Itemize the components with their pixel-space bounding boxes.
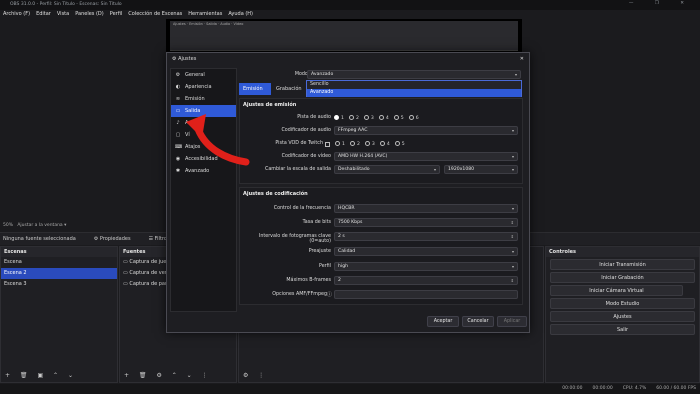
tab-grabacion[interactable]: Grabación: [272, 83, 308, 95]
cancel-button[interactable]: Cancelar: [462, 316, 494, 327]
scene-item[interactable]: Escena 3: [1, 279, 117, 290]
fps-readout: 60.00 / 60.00 FPS: [656, 386, 696, 391]
start-stream-button[interactable]: Iniciar Transmisión: [550, 259, 695, 270]
profile-label: Perfil: [319, 264, 331, 269]
palette-icon: ◐: [175, 84, 181, 90]
apply-button[interactable]: Aplicar: [497, 316, 527, 327]
video-encoder-select[interactable]: AMD HW H.264 (AVC) ▾: [334, 152, 518, 161]
menu-vista[interactable]: Vista: [57, 11, 69, 19]
zoom-level: 50%: [3, 223, 14, 228]
menu-perfil[interactable]: Perfil: [110, 11, 123, 19]
properties-button[interactable]: ⚙ Propiedades: [94, 236, 131, 242]
scene-item[interactable]: Escena: [1, 257, 117, 268]
dialog-title: Ajustes: [178, 56, 197, 62]
chevron-down-icon: ▾: [511, 167, 514, 172]
preview-nested-text: Ajustes · Emisión · Salida · Audio · Víd…: [173, 22, 244, 26]
video-encoder-label: Codificador de vídeo: [281, 154, 331, 159]
stream-time: 00:00:00: [562, 386, 583, 391]
scenes-title: Escenas: [1, 247, 117, 257]
nav-general[interactable]: ⚙ General: [171, 69, 236, 81]
amf-options-input[interactable]: [334, 290, 518, 299]
amf-options-label: Opciones AMF/FFmpeg: [272, 292, 327, 297]
twitch-vod-checkbox: [325, 141, 330, 147]
nav-apariencia[interactable]: ◐ Apariencia: [171, 81, 236, 93]
help-icon[interactable]: ⓘ: [327, 291, 332, 298]
no-source-label: Ninguna fuente seleccionada: [3, 236, 76, 242]
profile-select[interactable]: high ▾: [334, 262, 518, 271]
exit-button[interactable]: Salir: [550, 324, 695, 335]
controls-title: Controles: [546, 247, 699, 257]
audio-track-radios[interactable]: 1 2 3 4 5 6: [334, 115, 419, 121]
studio-mode-button[interactable]: Modo Estudio: [550, 298, 695, 309]
virtual-camera-button[interactable]: Iniciar Cámara Virtual: [550, 285, 683, 296]
settings-content: Modo de salida Avanzado▾ Emisión Grabaci…: [239, 68, 527, 312]
menu-herramientas[interactable]: Herramientas: [188, 11, 222, 19]
chevron-down-icon: ▾: [511, 206, 514, 211]
gear-icon: ⚙: [172, 56, 177, 62]
keyframe-label: Intervalo de fotogramas clave (0=auto): [258, 234, 331, 244]
scene-item[interactable]: Escena 2: [1, 268, 117, 279]
bitrate-stepper[interactable]: 7500 Kbps ⇕: [334, 218, 518, 227]
chevron-down-icon: ▾: [433, 167, 436, 172]
chevron-down-icon: ▾: [511, 128, 514, 133]
rescale-select[interactable]: Deshabilitado ▾: [334, 165, 440, 174]
output-mode-option[interactable]: Avanzado: [307, 89, 521, 97]
stepper-icon: ⇕: [510, 220, 514, 225]
window-controls[interactable]: — ❐ ✕: [629, 1, 694, 6]
accept-button[interactable]: Aceptar: [427, 316, 459, 327]
record-time: 00:00:00: [592, 386, 613, 391]
keyframe-stepper[interactable]: 2 s ⇕: [334, 232, 518, 241]
audio-encoder-select[interactable]: FFmpeg AAC ▾: [334, 126, 518, 135]
bframes-label: Máximos B-frames: [286, 278, 331, 283]
tab-emision[interactable]: Emisión: [239, 83, 271, 95]
controls-dock: Controles Iniciar Transmisión Iniciar Gr…: [545, 246, 700, 383]
preview-nested-window: Ajustes · Emisión · Salida · Audio · Víd…: [170, 21, 518, 51]
menu-coleccion[interactable]: Colección de Escenas: [128, 11, 182, 19]
menu-paneles[interactable]: Paneles (D): [75, 11, 104, 19]
twitch-vod-radios[interactable]: 1 2 3 4 5: [325, 141, 405, 147]
sources-footer[interactable]: + 🗑 ⚙ ⌃ ⌄ ⋮: [120, 370, 236, 382]
window-title: OBS 31.0.0 - Perfil: Sin Título - Escena…: [10, 2, 122, 7]
settings-button[interactable]: Ajustes: [550, 311, 695, 322]
audio-track-label: Pista de audio: [297, 115, 331, 120]
status-bar: 00:00:00 00:00:00 CPU: 4.7% 60.00 / 60.0…: [0, 384, 700, 394]
preset-select[interactable]: Calidad ▾: [334, 247, 518, 256]
bitrate-label: Tasa de bits: [302, 220, 331, 225]
stepper-icon: ⇕: [510, 234, 514, 239]
chevron-down-icon: ▾: [514, 72, 517, 77]
menu-editar[interactable]: Editar: [36, 11, 51, 19]
scenes-footer[interactable]: + 🗑 ▣ ⌃ ⌄: [1, 370, 117, 382]
chevron-down-icon: ▾: [511, 264, 514, 269]
zoom-fit-select[interactable]: Ajustar a la ventana: [17, 223, 62, 228]
cpu-usage: CPU: 4.7%: [622, 386, 647, 391]
broadcast-icon: ≋: [175, 96, 181, 102]
rescale-resolution-select[interactable]: 1920x1080 ▾: [444, 165, 518, 174]
stepper-icon: ⇕: [510, 278, 514, 283]
output-mode-select[interactable]: Avanzado ▾: [307, 70, 521, 79]
output-mode-dropdown-list: Sencillo Avanzado: [306, 80, 522, 97]
rate-control-select[interactable]: HQCBR ▾: [334, 204, 518, 213]
chevron-down-icon: ▾: [511, 154, 514, 159]
close-icon[interactable]: ✕: [520, 56, 524, 62]
dialog-titlebar: ⚙ Ajustes ✕: [167, 53, 529, 65]
gear-icon: ⚙: [175, 72, 181, 78]
chevron-down-icon: ▾: [511, 249, 514, 254]
encoder-section-title: Ajustes de codificación: [243, 191, 308, 197]
rescale-label: Cambiar la escala de salida: [264, 167, 331, 172]
rate-control-label: Control de la frecuencia: [273, 206, 331, 211]
mixer-footer[interactable]: ⚙ ⋮: [239, 370, 543, 382]
menu-bar: Archivo (F) Editar Vista Paneles (D) Per…: [0, 10, 700, 19]
annotation-arrow-icon: [186, 114, 250, 166]
output-mode-option[interactable]: Sencillo: [307, 81, 521, 89]
start-recording-button[interactable]: Iniciar Grabación: [550, 272, 695, 283]
scenes-dock: Escenas Escena Escena 2 Escena 3 + 🗑 ▣ ⌃…: [0, 246, 118, 383]
audio-encoder-label: Codificador de audio: [281, 128, 331, 133]
bframes-stepper[interactable]: 2 ⇕: [334, 276, 518, 285]
preset-label: Preajuste: [308, 249, 331, 254]
window-titlebar: OBS 31.0.0 - Perfil: Sin Título - Escena…: [0, 0, 700, 10]
menu-ayuda[interactable]: Ayuda (H): [228, 11, 253, 19]
menu-archivo[interactable]: Archivo (F): [3, 11, 30, 19]
